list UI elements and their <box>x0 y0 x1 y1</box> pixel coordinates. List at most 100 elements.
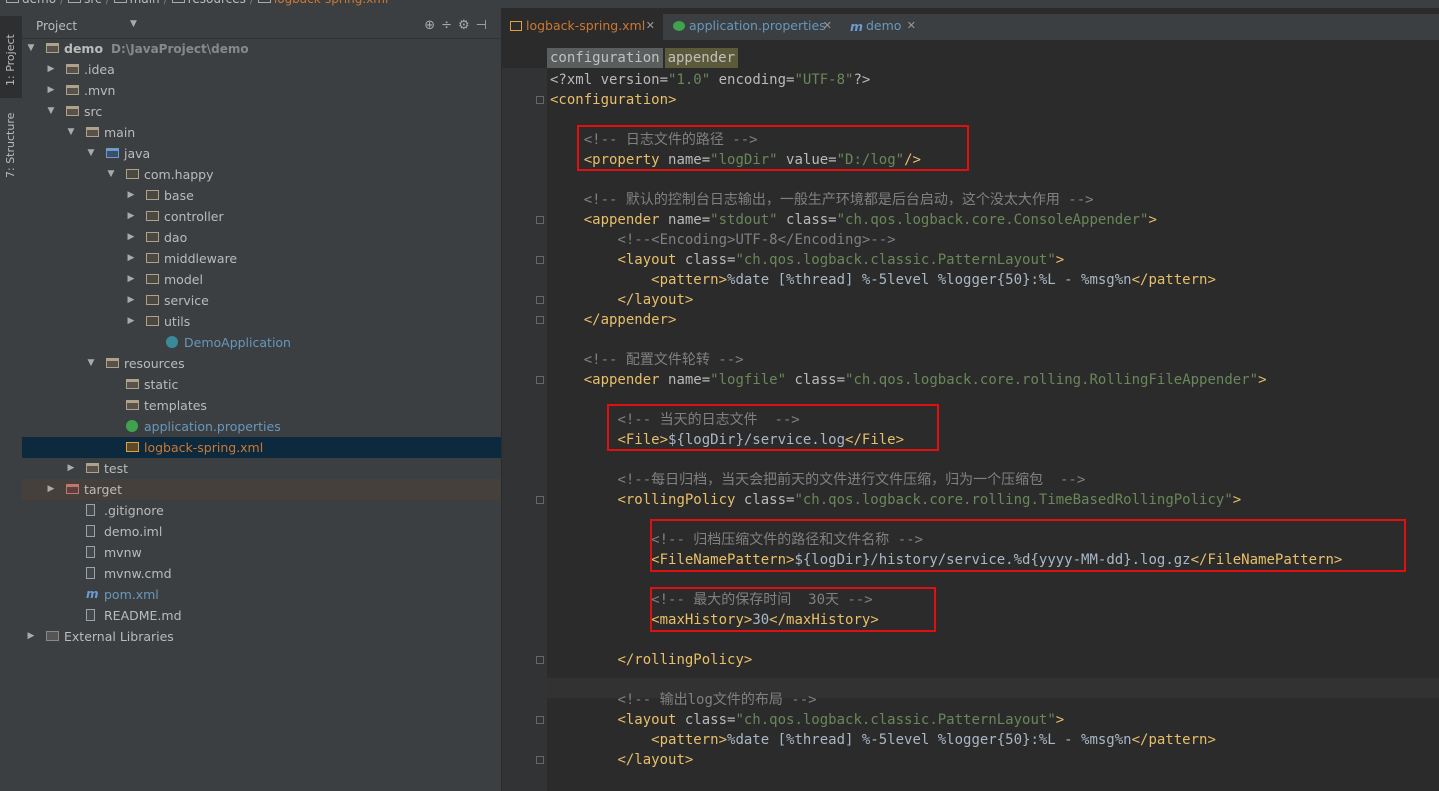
tree-item[interactable]: mvnw <box>22 542 501 563</box>
collapse-icon[interactable]: ÷ <box>441 18 458 33</box>
tree-item-text: templates <box>144 398 207 413</box>
code-token: > <box>1148 212 1157 228</box>
tree-item[interactable]: ▼ demo D:\JavaProject\demo <box>22 38 501 59</box>
tree-item-label: service <box>164 290 209 311</box>
tree-item[interactable]: static <box>22 374 501 395</box>
tree-item-label: .gitignore <box>104 500 164 521</box>
tree-item[interactable]: ▼ com.happy <box>22 164 501 185</box>
fold-icon[interactable] <box>536 716 544 724</box>
chevron-down-icon[interactable]: ▼ <box>130 19 137 29</box>
tab-structure-tool-window[interactable]: 7: Structure <box>0 108 22 190</box>
code-token: "ch.qos.logback.core.ConsoleAppender" <box>836 212 1149 228</box>
chevron-right-icon[interactable]: ▶ <box>126 248 136 269</box>
fold-icon[interactable] <box>536 496 544 504</box>
tree-item[interactable]: ▶ utils <box>22 311 501 332</box>
gear-icon[interactable]: ⚙ <box>458 18 476 33</box>
breadcrumb-item[interactable]: src <box>84 0 102 6</box>
chevron-down-icon[interactable]: ▼ <box>106 164 116 185</box>
tree-item-text: resources <box>124 356 185 371</box>
fold-icon[interactable] <box>536 756 544 764</box>
chevron-right-icon[interactable]: ▶ <box>126 185 136 206</box>
tree-item[interactable]: DemoApplication <box>22 332 501 353</box>
tree-item-label: resources <box>124 353 185 374</box>
chevron-right-icon[interactable]: ▶ <box>46 59 56 80</box>
tree-item[interactable]: README.md <box>22 605 501 626</box>
hide-icon[interactable]: ⊣ <box>476 18 493 33</box>
tree-item[interactable]: ▶ .mvn <box>22 80 501 101</box>
tree-item[interactable]: ▶ target <box>22 479 501 500</box>
tree-item[interactable]: logback-spring.xml <box>22 437 501 458</box>
tree-item[interactable]: application.properties <box>22 416 501 437</box>
fold-icon[interactable] <box>536 296 544 304</box>
tree-item[interactable]: ▶ middleware <box>22 248 501 269</box>
tree-item[interactable]: ▼ java <box>22 143 501 164</box>
fold-icon[interactable] <box>536 316 544 324</box>
folder-icon <box>68 0 82 3</box>
tree-item-text: target <box>84 482 123 497</box>
fold-icon[interactable] <box>536 376 544 384</box>
close-icon[interactable]: ✕ <box>823 14 832 38</box>
tab-label: demo <box>866 18 902 33</box>
tab-project-tool-window[interactable]: 1: Project <box>0 16 22 98</box>
tree-item[interactable]: .gitignore <box>22 500 501 521</box>
chevron-right-icon[interactable]: ▶ <box>46 80 56 101</box>
fold-icon[interactable] <box>536 656 544 664</box>
breadcrumb-item[interactable]: main <box>130 0 160 6</box>
libraries-icon <box>46 631 59 641</box>
tab-demo[interactable]: m demo ✕ <box>842 14 924 40</box>
chevron-down-icon[interactable]: ▼ <box>46 101 56 122</box>
tree-item[interactable]: ▼ resources <box>22 353 501 374</box>
tree-item[interactable]: ▶ controller <box>22 206 501 227</box>
tree-item[interactable]: ▼ src <box>22 101 501 122</box>
tree-item-label: test <box>104 458 128 479</box>
tab-logback-spring-xml[interactable]: logback-spring.xml ✕ <box>502 14 663 40</box>
chevron-right-icon[interactable]: ▶ <box>126 206 136 227</box>
tab-application-properties[interactable]: application.properties ✕ <box>665 14 840 40</box>
tree-item[interactable]: ▶ base <box>22 185 501 206</box>
code-line: </rollingPolicy> <box>550 650 752 670</box>
chevron-right-icon[interactable]: ▶ <box>126 290 136 311</box>
tree-item[interactable]: demo.iml <box>22 521 501 542</box>
chevron-right-icon[interactable]: ▶ <box>46 479 56 500</box>
breadcrumb-item[interactable]: logback-spring.xml <box>274 0 388 6</box>
chevron-right-icon[interactable]: ▶ <box>126 311 136 332</box>
tree-item[interactable]: mvnw.cmd <box>22 563 501 584</box>
tree-item[interactable]: ▶ dao <box>22 227 501 248</box>
tree-item-label: middleware <box>164 248 237 269</box>
maven-icon: m <box>86 587 99 601</box>
close-icon[interactable]: ✕ <box>907 14 916 38</box>
chevron-down-icon[interactable]: ▼ <box>86 143 96 164</box>
tree-item[interactable]: ▶ model <box>22 269 501 290</box>
code-token: <appender <box>583 372 669 388</box>
tree-item[interactable]: m pom.xml <box>22 584 501 605</box>
breadcrumb-item[interactable]: resources <box>188 0 246 6</box>
breadcrumb-item[interactable]: demo <box>22 0 56 6</box>
chevron-down-icon[interactable]: ▼ <box>66 122 76 143</box>
chevron-right-icon[interactable]: ▶ <box>126 269 136 290</box>
tree-item-label: README.md <box>104 605 182 626</box>
chevron-down-icon[interactable]: ▼ <box>26 38 36 59</box>
target-icon[interactable]: ⊕ <box>424 18 441 33</box>
close-icon[interactable]: ✕ <box>646 14 655 38</box>
project-view-selector[interactable]: Project <box>36 19 77 33</box>
fold-icon[interactable] <box>536 96 544 104</box>
tree-item[interactable]: ▶ .idea <box>22 59 501 80</box>
chevron-right-icon[interactable]: ▶ <box>126 227 136 248</box>
tree-item[interactable]: templates <box>22 395 501 416</box>
code-token: <!--每日归档，当天会把前天的文件进行文件压缩，归为一个压缩包 --> <box>617 472 1086 488</box>
xml-breadcrumb-item[interactable]: appender <box>664 48 739 68</box>
tree-item[interactable]: ▼ main <box>22 122 501 143</box>
chevron-right-icon[interactable]: ▶ <box>26 626 36 647</box>
chevron-right-icon[interactable]: ▶ <box>66 458 76 479</box>
tree-item[interactable]: ▶ External Libraries <box>22 626 501 647</box>
xml-breadcrumb-item[interactable]: configuration <box>547 48 663 68</box>
fold-icon[interactable] <box>536 256 544 264</box>
chevron-down-icon[interactable]: ▼ <box>86 353 96 374</box>
tree-item[interactable]: ▶ service <box>22 290 501 311</box>
spring-icon <box>126 420 138 432</box>
tree-item[interactable]: ▶ test <box>22 458 501 479</box>
tree-item-text: controller <box>164 209 224 224</box>
fold-icon[interactable] <box>536 216 544 224</box>
